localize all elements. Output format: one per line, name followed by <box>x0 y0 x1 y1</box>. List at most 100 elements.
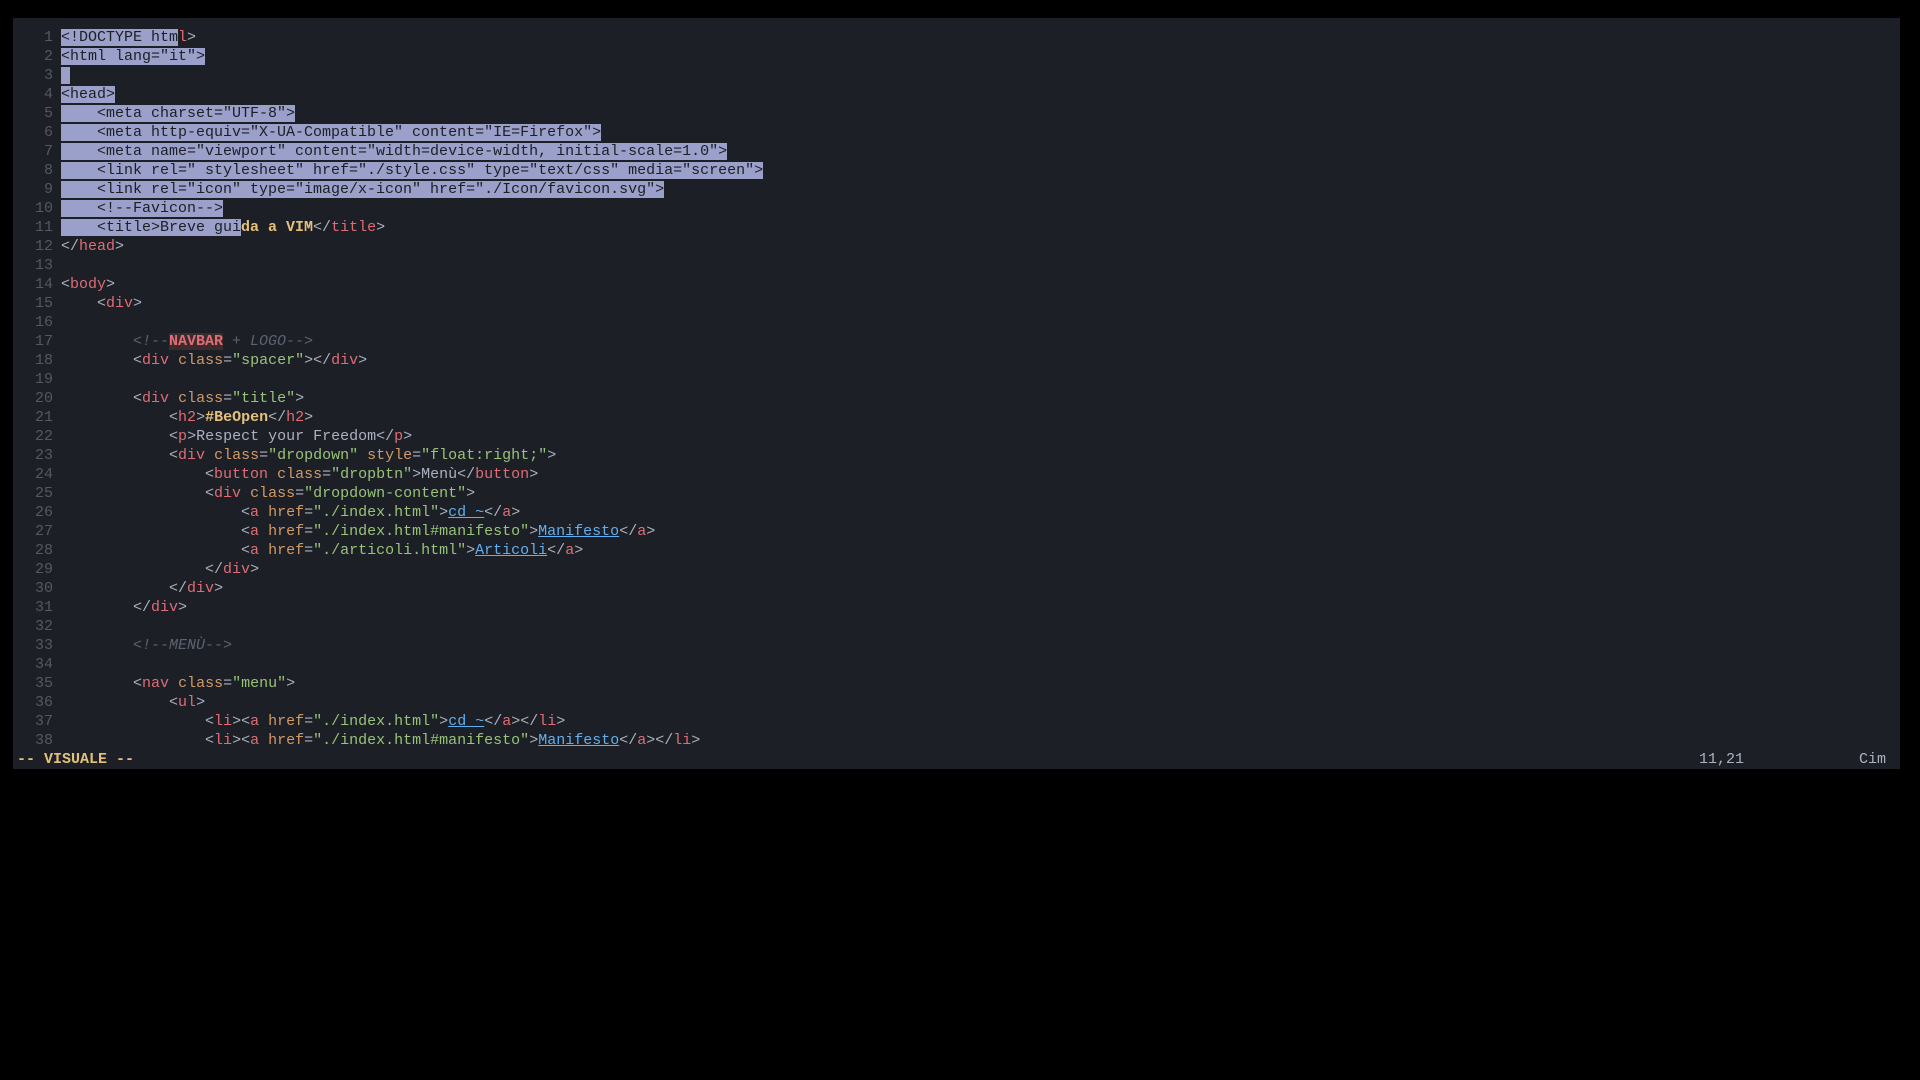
code-content[interactable]: <h2>#BeOpen</h2> <box>61 408 1900 427</box>
code-line[interactable]: 36 <ul> <box>13 693 1900 712</box>
code-content[interactable]: <a href="./index.html#manifesto">Manifes… <box>61 522 1900 541</box>
code-line[interactable]: 5 <meta charset="UTF-8"> <box>13 104 1900 123</box>
line-number: 30 <box>13 579 61 598</box>
code-content[interactable]: <li><a href="./index.html#manifesto">Man… <box>61 731 1900 750</box>
code-content[interactable]: </div> <box>61 560 1900 579</box>
code-editor[interactable]: 1<!DOCTYPE html>2<html lang="it">3 4<hea… <box>13 18 1900 768</box>
code-content[interactable]: </div> <box>61 579 1900 598</box>
code-line[interactable]: 38 <li><a href="./index.html#manifesto">… <box>13 731 1900 750</box>
code-line[interactable]: 24 <button class="dropbtn">Menù</button> <box>13 465 1900 484</box>
code-line[interactable]: 19 <box>13 370 1900 389</box>
code-content[interactable]: <a href="./index.html">cd ~</a> <box>61 503 1900 522</box>
line-number: 37 <box>13 712 61 731</box>
code-line[interactable]: 22 <p>Respect your Freedom</p> <box>13 427 1900 446</box>
code-content[interactable] <box>61 617 1900 636</box>
code-content[interactable]: </div> <box>61 598 1900 617</box>
line-number: 33 <box>13 636 61 655</box>
code-content[interactable]: <button class="dropbtn">Menù</button> <box>61 465 1900 484</box>
code-content[interactable]: <title>Breve guida a VIM</title> <box>61 218 1900 237</box>
code-content[interactable]: <div class="dropdown" style="float:right… <box>61 446 1900 465</box>
code-content[interactable] <box>61 313 1900 332</box>
line-number: 15 <box>13 294 61 313</box>
code-content[interactable]: <!--Favicon--> <box>61 199 1900 218</box>
line-number: 22 <box>13 427 61 446</box>
code-content[interactable]: <nav class="menu"> <box>61 674 1900 693</box>
code-line[interactable]: 13 <box>13 256 1900 275</box>
code-line[interactable]: 31 </div> <box>13 598 1900 617</box>
line-number: 16 <box>13 313 61 332</box>
line-number: 14 <box>13 275 61 294</box>
code-line[interactable]: 26 <a href="./index.html">cd ~</a> <box>13 503 1900 522</box>
code-content[interactable]: <div class="dropdown-content"> <box>61 484 1900 503</box>
code-line[interactable]: 1<!DOCTYPE html> <box>13 28 1900 47</box>
code-content[interactable]: <meta name="viewport" content="width=dev… <box>61 142 1900 161</box>
code-line[interactable]: 20 <div class="title"> <box>13 389 1900 408</box>
line-number: 2 <box>13 47 61 66</box>
code-content[interactable]: <link rel="icon" type="image/x-icon" hre… <box>61 180 1900 199</box>
code-line[interactable]: 9 <link rel="icon" type="image/x-icon" h… <box>13 180 1900 199</box>
code-content[interactable]: </head> <box>61 237 1900 256</box>
code-content[interactable]: <p>Respect your Freedom</p> <box>61 427 1900 446</box>
code-content[interactable] <box>61 370 1900 389</box>
code-content[interactable] <box>61 66 1900 85</box>
code-line[interactable]: 30 </div> <box>13 579 1900 598</box>
code-line[interactable]: 4<head> <box>13 85 1900 104</box>
code-content[interactable]: <body> <box>61 275 1900 294</box>
code-line[interactable]: 14<body> <box>13 275 1900 294</box>
line-number: 12 <box>13 237 61 256</box>
line-number: 10 <box>13 199 61 218</box>
code-content[interactable]: <!--NAVBAR + LOGO--> <box>61 332 1900 351</box>
code-content[interactable]: <a href="./articoli.html">Articoli</a> <box>61 541 1900 560</box>
code-content[interactable]: <meta charset="UTF-8"> <box>61 104 1900 123</box>
code-content[interactable]: <!--MENÙ--> <box>61 636 1900 655</box>
code-content[interactable]: <link rel=" stylesheet" href="./style.cs… <box>61 161 1900 180</box>
mode-indicator: -- VISUALE -- <box>17 750 1699 769</box>
line-number: 8 <box>13 161 61 180</box>
code-line[interactable]: 15 <div> <box>13 294 1900 313</box>
code-line[interactable]: 37 <li><a href="./index.html">cd ~</a></… <box>13 712 1900 731</box>
line-number: 21 <box>13 408 61 427</box>
code-content[interactable] <box>61 655 1900 674</box>
code-line[interactable]: 33 <!--MENÙ--> <box>13 636 1900 655</box>
code-line[interactable]: 27 <a href="./index.html#manifesto">Mani… <box>13 522 1900 541</box>
line-number: 34 <box>13 655 61 674</box>
code-line[interactable]: 11 <title>Breve guida a VIM</title> <box>13 218 1900 237</box>
line-number: 19 <box>13 370 61 389</box>
code-line[interactable]: 34 <box>13 655 1900 674</box>
code-content[interactable]: <ul> <box>61 693 1900 712</box>
code-content[interactable]: <div class="title"> <box>61 389 1900 408</box>
code-content[interactable]: <html lang="it"> <box>61 47 1900 66</box>
code-line[interactable]: 25 <div class="dropdown-content"> <box>13 484 1900 503</box>
line-number: 4 <box>13 85 61 104</box>
code-line[interactable]: 28 <a href="./articoli.html">Articoli</a… <box>13 541 1900 560</box>
code-content[interactable]: <meta http-equiv="X-UA-Compatible" conte… <box>61 123 1900 142</box>
code-line[interactable]: 23 <div class="dropdown" style="float:ri… <box>13 446 1900 465</box>
code-content[interactable]: <!DOCTYPE html> <box>61 28 1900 47</box>
code-content[interactable]: <head> <box>61 85 1900 104</box>
code-line[interactable]: 8 <link rel=" stylesheet" href="./style.… <box>13 161 1900 180</box>
code-line[interactable]: 35 <nav class="menu"> <box>13 674 1900 693</box>
code-line[interactable]: 10 <!--Favicon--> <box>13 199 1900 218</box>
code-line[interactable]: 2<html lang="it"> <box>13 47 1900 66</box>
code-line[interactable]: 3 <box>13 66 1900 85</box>
line-number: 26 <box>13 503 61 522</box>
line-number: 7 <box>13 142 61 161</box>
code-line[interactable]: 17 <!--NAVBAR + LOGO--> <box>13 332 1900 351</box>
line-number: 31 <box>13 598 61 617</box>
code-line[interactable]: 7 <meta name="viewport" content="width=d… <box>13 142 1900 161</box>
code-content[interactable]: <div class="spacer"></div> <box>61 351 1900 370</box>
code-line[interactable]: 21 <h2>#BeOpen</h2> <box>13 408 1900 427</box>
line-number: 24 <box>13 465 61 484</box>
code-line[interactable]: 32 <box>13 617 1900 636</box>
code-content[interactable]: <div> <box>61 294 1900 313</box>
code-line[interactable]: 16 <box>13 313 1900 332</box>
code-line[interactable]: 29 </div> <box>13 560 1900 579</box>
code-line[interactable]: 6 <meta http-equiv="X-UA-Compatible" con… <box>13 123 1900 142</box>
code-content[interactable] <box>61 256 1900 275</box>
line-number: 18 <box>13 351 61 370</box>
code-content[interactable]: <li><a href="./index.html">cd ~</a></li> <box>61 712 1900 731</box>
code-line[interactable]: 18 <div class="spacer"></div> <box>13 351 1900 370</box>
code-line[interactable]: 12</head> <box>13 237 1900 256</box>
line-number: 9 <box>13 180 61 199</box>
cursor-position: 11,21 <box>1699 750 1859 769</box>
